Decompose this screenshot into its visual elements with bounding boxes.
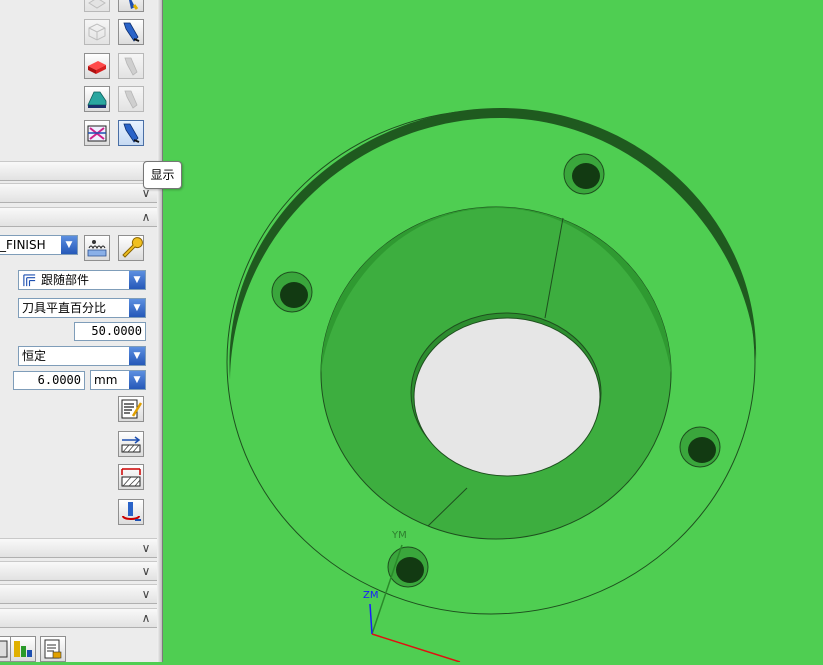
section-header-collapsed-5[interactable]: ∨ [0,584,157,604]
cutter-motion-icon [122,502,141,521]
bolt-hole-top-right [563,153,605,195]
edit-parameters-button[interactable] [118,396,144,422]
depth-per-cut-type-select[interactable]: 恒定 ▼ [18,346,146,366]
section-header-collapsed-2[interactable]: ∨ [0,183,157,203]
max-distance-field[interactable]: 6.0000 [13,371,85,390]
wireframe-gray-button[interactable] [84,0,110,12]
wireframe-box-button[interactable] [84,19,110,45]
dropdown-arrow-icon: ▼ [129,371,145,389]
cut-pattern-value: 跟随部件 [41,273,90,287]
stepover-select[interactable]: 刀具平直百分比 ▼ [18,298,146,318]
flashlight-icon [129,0,139,10]
operation-dialog-panel: ∨ ∨ ∧ _FINISH ▼ 跟随部件 ▼ 刀具平直百分比 ▼ 50.0000… [0,0,158,662]
dropdown-arrow-icon: ▼ [129,299,145,317]
cut-levels-icon [121,468,141,487]
section-header-collapsed-1[interactable]: ∨ [0,161,157,181]
method-display-button[interactable] [84,235,110,261]
gray-flashlight-icon [124,90,138,109]
gray-flashlight-button-1[interactable] [118,53,144,79]
green-wedge-icon [87,91,107,108]
stepover-value: 刀具平直百分比 [22,301,107,315]
wireframe-icon [88,0,106,9]
follow-part-pattern-icon [23,274,36,287]
unit-select[interactable]: mm ▼ [90,370,146,390]
depth-type-value: 恒定 [22,349,47,363]
display-tooltip: 显示 [143,161,182,189]
flashlight-icon [123,123,140,143]
display-check-icon [87,125,107,142]
red-block-button[interactable] [84,53,110,79]
flashlight-button-top[interactable] [118,0,144,12]
report-icon [44,639,62,659]
y-axis-label: YM [392,530,407,541]
dropdown-arrow-icon: ▼ [129,271,145,289]
wrench-icon [122,237,143,258]
method-select[interactable]: _FINISH ▼ [0,235,78,255]
bottom-report-button[interactable] [40,636,66,662]
x-axis-line [371,633,461,663]
unit-value: mm [94,373,118,387]
section-header-expanded-2[interactable]: ∧ [0,608,157,628]
method-display-icon [87,240,107,257]
graphics-viewport[interactable]: YM ZM [163,0,823,663]
section-header-expanded[interactable]: ∧ [0,207,157,227]
cutter-motion-button[interactable] [118,499,144,525]
section-header-collapsed-3[interactable]: ∨ [0,538,157,558]
chevron-down-icon: ∨ [141,564,151,578]
z-axis-line [369,603,373,635]
gray-flashlight-button-2[interactable] [118,86,144,112]
chevron-up-icon: ∧ [141,611,151,625]
flashlight-icon [123,22,140,42]
part-model [226,108,757,663]
green-wedge-button[interactable] [84,86,110,112]
bolt-hole-left [271,271,313,313]
display-button[interactable] [118,120,144,146]
method-select-value: _FINISH [0,238,46,252]
cut-pattern-select[interactable]: 跟随部件 ▼ [18,270,146,290]
stepover-settings-button[interactable] [118,431,144,457]
method-edit-button[interactable] [118,235,144,261]
through-hole [413,317,601,477]
flashlight-button-1[interactable] [118,19,144,45]
chevron-down-icon: ∨ [141,587,151,601]
chevron-up-icon: ∧ [141,210,151,224]
bolt-hole-right [679,426,721,468]
edit-params-icon [121,399,143,419]
gray-flashlight-icon [124,57,138,76]
display-check-button[interactable] [84,120,110,146]
geometry-icon [14,641,32,657]
chevron-down-icon: ∨ [141,541,151,555]
percent-tool-flat-field[interactable]: 50.0000 [74,322,146,341]
dropdown-arrow-icon: ▼ [61,236,77,254]
bottom-geometry-button[interactable] [10,636,36,662]
section-header-collapsed-4[interactable]: ∨ [0,561,157,581]
wireframe-box-icon [88,23,106,41]
stepover-icon [121,436,141,453]
cut-levels-button[interactable] [118,464,144,490]
z-axis-label: ZM [363,590,379,601]
dropdown-arrow-icon: ▼ [129,347,145,365]
red-block-icon [88,61,106,74]
